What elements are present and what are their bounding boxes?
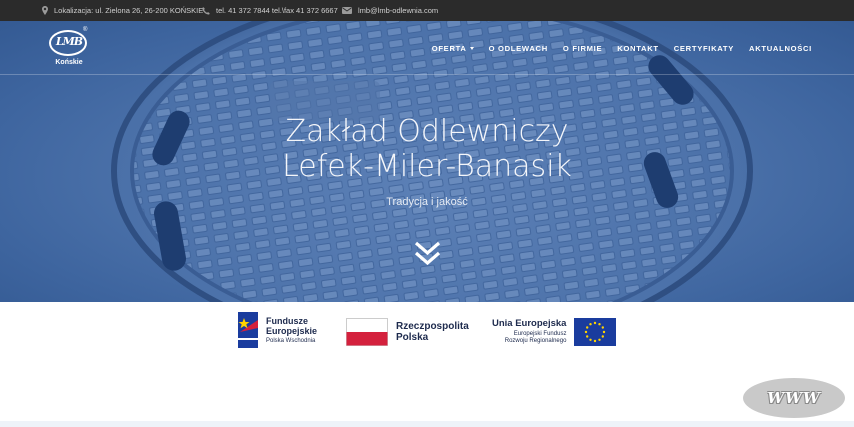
www-badge[interactable]: WWW <box>743 378 845 418</box>
rzeczpospolita-polska-logo[interactable]: Rzeczpospolita Polska <box>346 318 469 346</box>
envelope-icon <box>342 7 352 14</box>
caret-down-icon <box>469 46 474 50</box>
fe-star-icon <box>238 312 258 348</box>
funding-logos-strip: Fundusze Europejskie Polska Wschodnia Rz… <box>0 302 854 427</box>
hero-title-line2: Lefek-Miler-Banasik <box>282 149 572 184</box>
nav-menu: OFERTA O ODLEWACH O FIRMIE KONTAKT CERTY… <box>417 21 812 75</box>
hero-tagline: Tradycja i jakość <box>386 196 468 208</box>
nav-item-label: OFERTA <box>431 43 467 53</box>
nav-item-kontakt[interactable]: KONTAKT <box>617 44 658 53</box>
fe-subtitle: Polska Wschodnia <box>266 337 316 344</box>
nav-item-aktualnosci[interactable]: AKTUALNOŚCI <box>749 44 812 53</box>
double-chevron-down-icon[interactable] <box>414 240 441 267</box>
ue-sub1: Europejski Fundusz <box>513 331 567 337</box>
www-badge-label: WWW <box>767 389 821 407</box>
nav-item-o-odlewach[interactable]: O ODLEWACH <box>489 44 548 53</box>
location-info: Lokalizacja: ul. Zielona 26, 26-200 KOŃS… <box>42 0 203 21</box>
nav-item-o-firmie[interactable]: O FIRMIE <box>563 44 602 53</box>
ue-sub2: Rozwoju Regionalnego <box>504 338 567 344</box>
logo-city: Końskie <box>55 59 83 66</box>
nav-item-certyfikaty[interactable]: CERTYFIKATY <box>674 44 734 53</box>
rp-line2: Polska <box>396 332 429 343</box>
fundusze-europejskie-logo[interactable]: Fundusze Europejskie Polska Wschodnia <box>238 312 317 348</box>
nav-item-oferta[interactable]: OFERTA <box>432 44 474 53</box>
polish-flag-icon <box>346 318 388 346</box>
top-info-bar: Lokalizacja: ul. Zielona 26, 26-200 KOŃS… <box>0 0 854 21</box>
ue-title: Unia Europejska <box>492 318 567 329</box>
footer-edge <box>0 421 854 427</box>
logo-mark: LMB <box>55 35 83 48</box>
eu-flag-icon <box>574 318 617 346</box>
unia-europejska-logo[interactable]: Unia Europejska Europejski Fundusz Rozwo… <box>492 318 617 346</box>
email-link[interactable]: lmb@lmb-odlewnia.com <box>358 6 438 15</box>
nav-item-label: AKTUALNOŚCI <box>749 43 812 53</box>
nav-item-label: KONTAKT <box>617 43 659 53</box>
email-info: lmb@lmb-odlewnia.com <box>342 0 438 21</box>
hero-section: LMB ® Końskie OFERTA O ODLEWACH O FIRMIE… <box>0 21 854 302</box>
hero-title-line1: Zakład Odlewniczy <box>285 114 569 149</box>
lmb-logo[interactable]: LMB ® Końskie <box>48 27 90 69</box>
fe-title-1: Fundusze <box>266 315 308 326</box>
main-navbar: LMB ® Końskie OFERTA O ODLEWACH O FIRMIE… <box>0 21 854 75</box>
map-marker-icon <box>42 6 48 15</box>
rp-line1: Rzeczpospolita <box>396 321 469 332</box>
fe-title-2: Europejskie <box>266 325 318 336</box>
location-text: Lokalizacja: ul. Zielona 26, 26-200 KOŃS… <box>54 6 204 15</box>
phone-icon <box>202 6 210 15</box>
phone-info: tel. 41 372 7844 tel.\fax 41 372 6667 <box>202 0 338 21</box>
phone-text[interactable]: tel. 41 372 7844 tel.\fax 41 372 6667 <box>216 6 338 15</box>
nav-item-label: O FIRMIE <box>562 43 603 53</box>
nav-item-label: O ODLEWACH <box>488 43 548 53</box>
hero-title: Zakład Odlewniczy Lefek-Miler-Banasik <box>0 114 854 184</box>
nav-item-label: CERTYFIKATY <box>673 43 735 53</box>
logo-registered: ® <box>83 27 88 33</box>
